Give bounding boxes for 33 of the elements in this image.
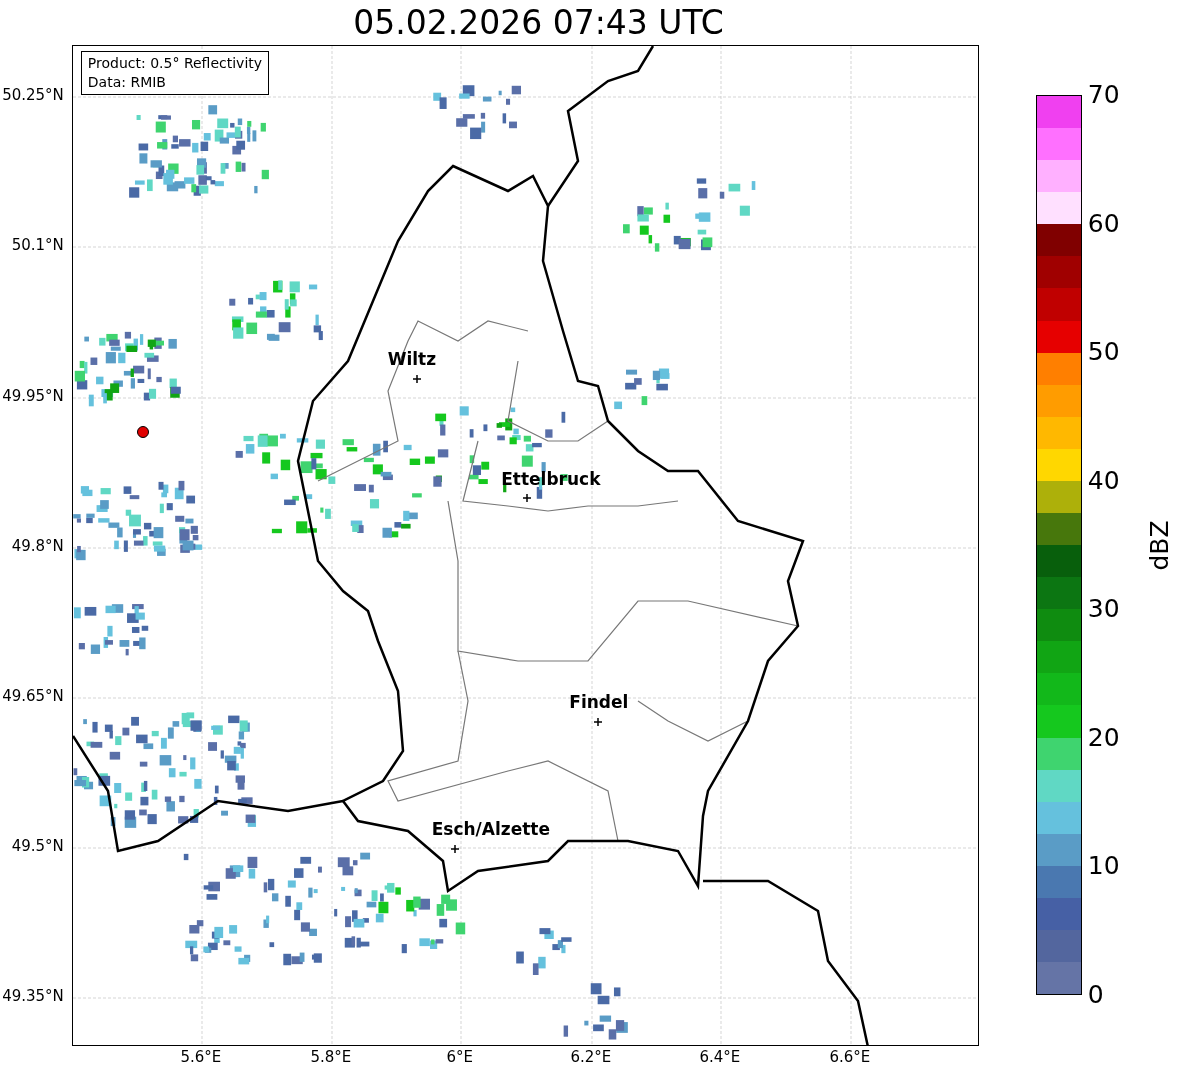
y-tick-label: 49.95°N [2,389,64,404]
info-text: Product: 0.5° Reflectivity [87,54,263,73]
x-tick-label: 5.8°E [310,1050,352,1065]
y-tick-label: 49.5°N [11,839,64,854]
city-marker-icon [593,717,603,727]
x-tick-label: 6.4°E [699,1050,741,1065]
city-label: Esch/Alzette [431,821,550,838]
y-tick-label: 49.65°N [2,689,64,704]
colorbar-tick-label: 70 [1087,82,1120,107]
colorbar-tick-label: 60 [1087,210,1120,236]
y-tick-label: 49.8°N [11,539,64,554]
colorbar-tick-label: 50 [1087,339,1120,365]
city-label: Findel [569,694,629,711]
y-tick-label: 50.1°N [11,238,64,253]
colorbar-tick-label: 40 [1087,467,1120,493]
colorbar-tick-label: 10 [1087,853,1120,879]
x-tick-label: 5.6°E [180,1050,222,1065]
x-tick-label: 6.6°E [829,1050,871,1065]
radar-site-icon [136,426,149,438]
city-marker-icon [450,844,460,854]
city-marker-icon [412,374,422,384]
colorbar-label: dBZ [1146,519,1172,571]
x-tick-label: 6°E [446,1050,474,1065]
x-tick-label: 6.2°E [570,1050,612,1065]
colorbar-tick-label: 0 [1087,982,1104,1007]
colorbar-tick-label: 30 [1087,596,1120,622]
colorbar-tick-label: 20 [1087,724,1120,750]
y-tick-label: 49.35°N [2,989,64,1004]
city-marker-icon [522,493,532,503]
city-label: Wiltz [387,351,437,368]
info-text: Data: RMIB [87,73,167,92]
y-tick-label: 50.25°N [2,88,64,103]
chart-title: 05.02.2026 07:43 UTC [353,6,724,39]
